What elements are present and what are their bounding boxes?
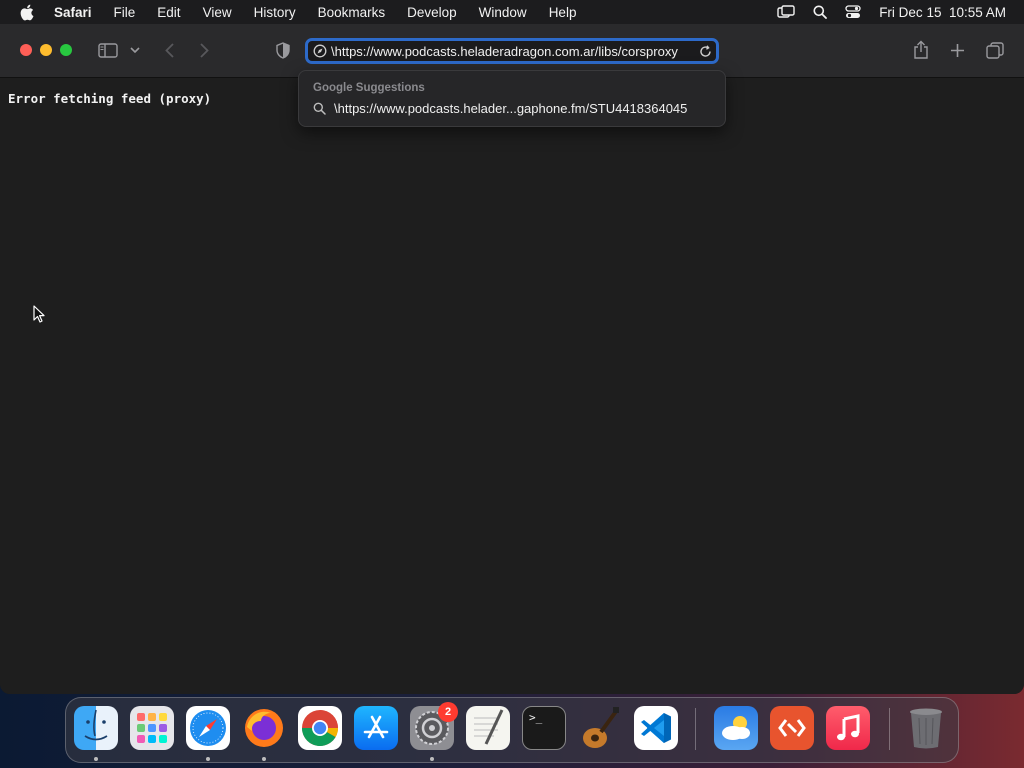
safari-window: Error fetching feed (proxy) Google Sugge…	[0, 24, 1024, 694]
dock-app-store-icon[interactable]	[354, 706, 398, 750]
dock-terminal-icon[interactable]: >_	[522, 706, 566, 750]
search-icon	[313, 102, 326, 115]
window-minimize-button[interactable]	[40, 44, 52, 56]
dock-weather-icon[interactable]	[714, 706, 758, 750]
suggestion-text: \https://www.podcasts.helader...gaphone.…	[334, 101, 688, 116]
screen-mirroring-icon[interactable]	[777, 5, 795, 19]
terminal-prompt: >_	[529, 711, 543, 724]
dock-music-icon[interactable]	[826, 706, 870, 750]
forward-chevron-icon[interactable]	[196, 38, 212, 62]
menu-app-name[interactable]: Safari	[48, 5, 103, 20]
menu-bar: Safari File Edit View History Bookmarks …	[0, 0, 1024, 24]
dock-launchpad-icon[interactable]	[130, 706, 174, 750]
apple-menu-icon[interactable]	[16, 2, 36, 22]
privacy-shield-icon[interactable]	[274, 38, 292, 62]
address-bar[interactable]	[305, 38, 719, 64]
dock: >_	[65, 697, 959, 763]
window-close-button[interactable]	[20, 44, 32, 56]
dock-running-indicator	[206, 757, 210, 761]
dock-safari-icon[interactable]	[186, 706, 230, 750]
mouse-cursor-icon	[33, 305, 45, 328]
reload-icon[interactable]	[699, 44, 712, 58]
menu-clock[interactable]: Fri Dec 15 10:55 AM	[879, 5, 1006, 20]
menu-history[interactable]: History	[243, 5, 307, 20]
url-input[interactable]	[331, 43, 699, 59]
share-icon[interactable]	[911, 38, 931, 62]
menu-bookmarks[interactable]: Bookmarks	[307, 5, 397, 20]
dock-running-indicator	[94, 757, 98, 761]
menu-help[interactable]: Help	[538, 5, 588, 20]
dock-running-indicator	[262, 757, 266, 761]
back-chevron-icon[interactable]	[161, 38, 177, 62]
error-message: Error fetching feed (proxy)	[8, 91, 212, 106]
dock-vscode-icon[interactable]	[634, 706, 678, 750]
menu-view[interactable]: View	[192, 5, 243, 20]
dock-firefox-icon[interactable]	[242, 706, 286, 750]
dock-separator	[695, 708, 696, 750]
menu-file[interactable]: File	[103, 5, 147, 20]
menu-window[interactable]: Window	[468, 5, 538, 20]
dock-textedit-icon[interactable]	[466, 706, 510, 750]
tab-overview-icon[interactable]	[985, 38, 1005, 62]
suggestions-header: Google Suggestions	[313, 82, 425, 94]
tab-group-chevron-down-icon[interactable]	[129, 38, 141, 62]
dock-remote-desktop-icon[interactable]	[770, 706, 814, 750]
control-center-icon[interactable]	[845, 5, 861, 19]
dock-garageband-icon[interactable]	[578, 706, 622, 750]
dock-finder-icon[interactable]	[74, 706, 118, 750]
window-maximize-button[interactable]	[60, 44, 72, 56]
dock-running-indicator	[430, 757, 434, 761]
page-content: Error fetching feed (proxy)	[0, 79, 1024, 694]
spotlight-search-icon[interactable]	[813, 5, 828, 19]
menu-develop[interactable]: Develop	[396, 5, 468, 20]
suggestions-dropdown: Google Suggestions \https://www.podcasts…	[298, 70, 726, 127]
dock-trash-icon[interactable]	[904, 706, 948, 750]
dock-separator	[889, 708, 890, 750]
system-settings-badge: 2	[438, 702, 458, 722]
sidebar-toggle-icon[interactable]	[97, 38, 119, 62]
menu-edit[interactable]: Edit	[146, 5, 191, 20]
new-tab-plus-icon[interactable]	[948, 38, 966, 62]
compass-icon	[313, 44, 327, 58]
suggestion-item[interactable]: \https://www.podcasts.helader...gaphone.…	[313, 101, 687, 116]
dock-chrome-icon[interactable]	[298, 706, 342, 750]
